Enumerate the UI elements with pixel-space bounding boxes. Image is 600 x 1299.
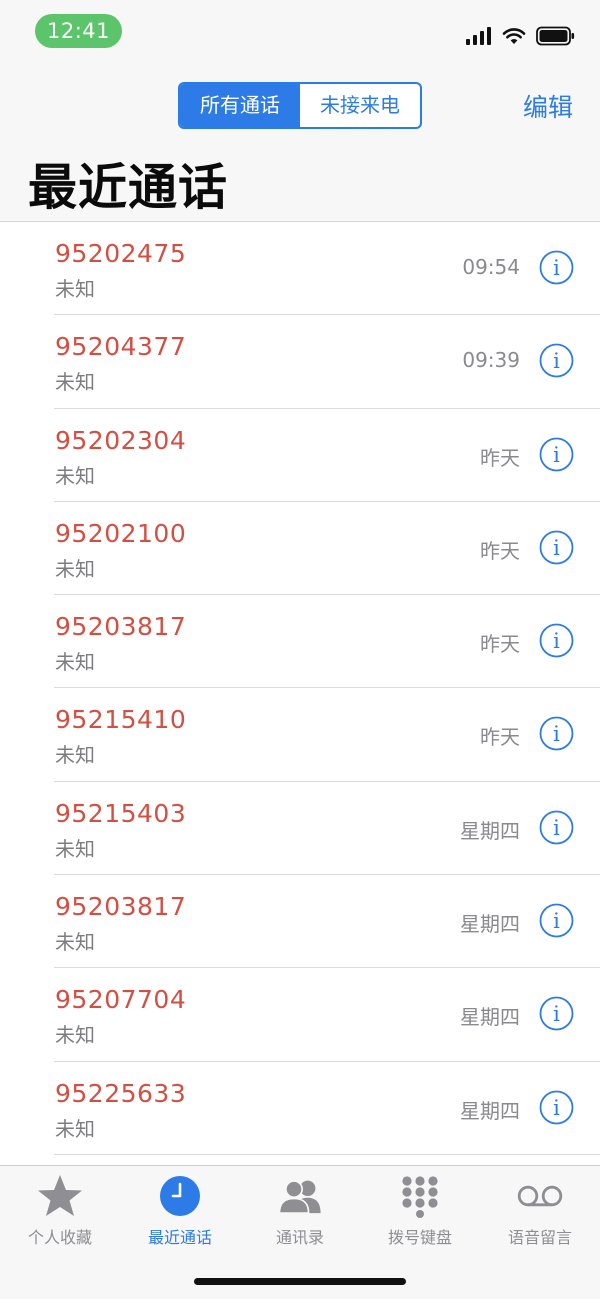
- call-time: 昨天: [480, 445, 520, 470]
- caller-number: 95202304: [55, 425, 187, 455]
- star-icon: [36, 1174, 84, 1218]
- call-row[interactable]: 95203817 未知 星期四 i: [0, 875, 600, 969]
- call-time: 昨天: [480, 538, 520, 563]
- call-row[interactable]: 95215403 未知 星期四 i: [0, 782, 600, 876]
- tab-bar: 个人收藏 最近通话 通讯录 拨号键盘 语音留言: [0, 1165, 600, 1299]
- tab-voicemail-label: 语音留言: [507, 1228, 572, 1247]
- call-row[interactable]: 95202304 未知 昨天 i: [0, 409, 600, 503]
- caller-number: 95202100: [55, 518, 187, 548]
- call-row[interactable]: 95215410 未知 昨天 i: [0, 688, 600, 783]
- caller-number: 95203817: [55, 612, 187, 642]
- svg-text:i: i: [553, 1096, 560, 1120]
- caller-number: 95215403: [55, 798, 187, 828]
- info-icon[interactable]: i: [539, 250, 574, 285]
- caller-number: 95215410: [55, 705, 187, 735]
- clock-icon: [156, 1174, 204, 1218]
- info-icon[interactable]: i: [539, 343, 574, 378]
- home-indicator[interactable]: [194, 1278, 406, 1285]
- caller-type: 未知: [55, 1116, 95, 1141]
- info-icon[interactable]: i: [539, 437, 574, 472]
- caller-type: 未知: [55, 650, 95, 675]
- call-row[interactable]: 95202100 未知 昨天 i: [0, 502, 600, 596]
- caller-number: 95202475: [55, 239, 187, 268]
- caller-type: 未知: [55, 836, 95, 861]
- info-icon[interactable]: i: [539, 810, 574, 845]
- caller-type: 未知: [55, 463, 95, 488]
- call-row[interactable]: 95203817 未知 昨天 i: [0, 595, 600, 689]
- signal-icon: [466, 27, 491, 45]
- caller-type: 未知: [55, 930, 95, 955]
- caller-type: 未知: [55, 743, 95, 768]
- wifi-icon: [502, 28, 526, 44]
- call-time: 09:54: [462, 255, 520, 279]
- info-icon[interactable]: i: [539, 716, 574, 751]
- caller-type: 未知: [55, 370, 95, 395]
- call-row[interactable]: 95207704 未知 星期四 i: [0, 968, 600, 1062]
- svg-text:i: i: [553, 443, 560, 467]
- caller-number: 95203817: [55, 892, 187, 922]
- call-time: 星期四: [460, 912, 520, 937]
- navigation-header: 12:41 所有通话 未接来电 编辑 最近通话: [0, 0, 600, 222]
- recent-calls-list: 95202475 未知 09:54 i 95204377 未知 09:39 i …: [0, 222, 600, 1156]
- call-time: 星期四: [460, 1005, 520, 1030]
- info-icon[interactable]: i: [539, 996, 574, 1031]
- call-time: 星期四: [460, 1098, 520, 1123]
- svg-text:i: i: [553, 722, 560, 746]
- call-time: 星期四: [460, 818, 520, 843]
- caller-number: 95204377: [55, 332, 187, 362]
- caller-number: 95207704: [55, 985, 187, 1015]
- svg-text:i: i: [553, 909, 560, 933]
- info-icon[interactable]: i: [539, 903, 574, 938]
- call-time: 09:39: [462, 348, 520, 373]
- tab-favorites[interactable]: 个人收藏: [0, 1174, 120, 1254]
- tab-keypad[interactable]: 拨号键盘: [360, 1174, 480, 1254]
- info-icon[interactable]: i: [539, 623, 574, 658]
- tab-favorites-label: 个人收藏: [27, 1228, 92, 1247]
- status-time: 12:41: [35, 14, 122, 48]
- svg-text:i: i: [553, 256, 560, 280]
- svg-text:i: i: [553, 629, 560, 653]
- edit-button[interactable]: 编辑: [523, 88, 573, 124]
- status-icons: [466, 24, 576, 48]
- caller-type: 未知: [55, 556, 95, 581]
- segment-missed-calls[interactable]: 未接来电: [300, 84, 420, 127]
- page-title: 最近通话: [28, 159, 229, 216]
- svg-text:i: i: [553, 816, 560, 840]
- call-time: 昨天: [480, 632, 520, 657]
- people-icon: [276, 1174, 324, 1218]
- call-row[interactable]: 95202475 未知 09:54 i: [0, 222, 600, 316]
- caller-type: 未知: [55, 1023, 95, 1048]
- tab-keypad-label: 拨号键盘: [387, 1228, 452, 1247]
- svg-text:i: i: [553, 1002, 560, 1026]
- tab-voicemail[interactable]: 语音留言: [480, 1174, 600, 1254]
- info-icon[interactable]: i: [539, 530, 574, 565]
- call-row[interactable]: 95225633 未知 星期四 i: [0, 1062, 600, 1156]
- voicemail-icon: [516, 1174, 564, 1218]
- svg-text:i: i: [553, 349, 560, 373]
- tab-recents[interactable]: 最近通话: [120, 1174, 240, 1254]
- battery-icon: [536, 26, 575, 46]
- call-row[interactable]: 95204377 未知 09:39 i: [0, 315, 600, 409]
- info-icon[interactable]: i: [539, 1090, 574, 1125]
- segment-all-calls[interactable]: 所有通话: [180, 84, 300, 127]
- tab-contacts[interactable]: 通讯录: [240, 1174, 360, 1254]
- call-filter-segmented-control: 所有通话 未接来电: [178, 82, 422, 129]
- caller-number: 95225633: [55, 1078, 187, 1108]
- svg-text:i: i: [553, 536, 560, 560]
- call-time: 昨天: [480, 725, 520, 750]
- keypad-icon: [396, 1174, 444, 1218]
- caller-type: 未知: [55, 277, 95, 301]
- tab-recents-label: 最近通话: [147, 1228, 212, 1247]
- tab-contacts-label: 通讯录: [275, 1228, 324, 1247]
